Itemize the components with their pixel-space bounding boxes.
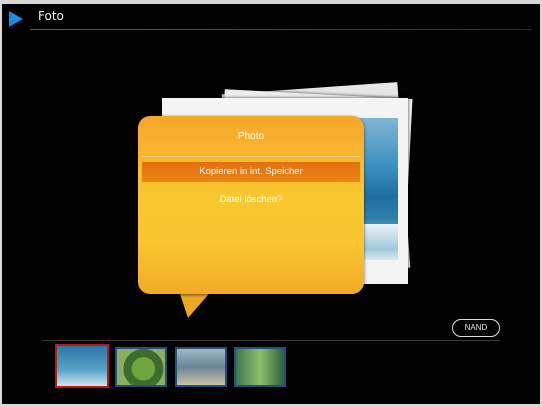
- context-menu-dialog: Photo Kopieren in int. Speicher Datei lö…: [138, 116, 364, 294]
- thumbnail-frog[interactable]: [115, 347, 167, 387]
- menu-item-copy-to-internal[interactable]: Kopieren in int. Speicher: [142, 162, 360, 182]
- dialog-title: Photo: [237, 131, 265, 142]
- tv-screen: Foto Photo Kopieren in int. Speicher Dat…: [2, 4, 540, 404]
- storage-badge: NAND: [452, 319, 500, 337]
- thumbnail-people[interactable]: [175, 347, 227, 387]
- thumbnail-child[interactable]: [234, 347, 286, 387]
- page-title: Foto: [38, 9, 64, 23]
- header-divider: [30, 29, 532, 30]
- play-arrow-icon: [9, 11, 23, 27]
- dialog-divider: [142, 156, 360, 157]
- menu-item-delete-file[interactable]: Datei löschen?: [138, 194, 364, 205]
- thumbnail-divider: [42, 340, 500, 341]
- thumbnail-whale[interactable]: [55, 344, 109, 388]
